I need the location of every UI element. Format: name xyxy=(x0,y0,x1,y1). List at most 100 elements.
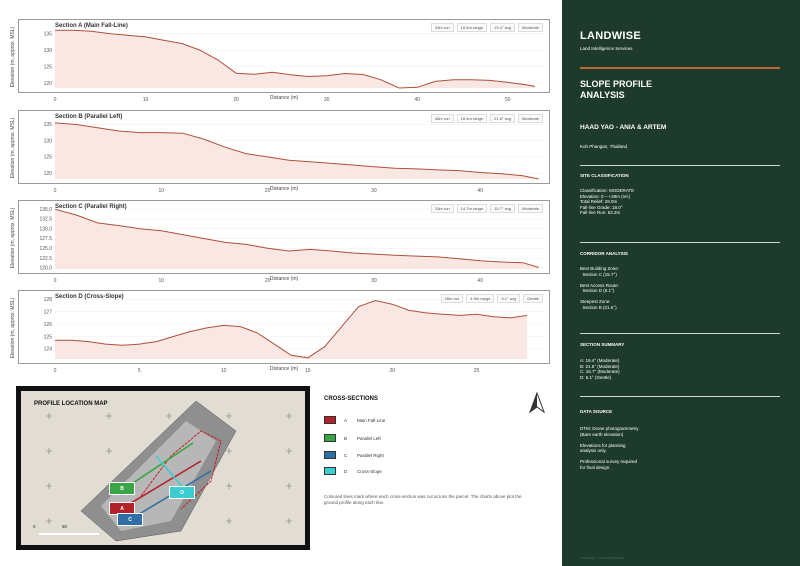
sidebar-footer: Landwise · Land Intelligence xyxy=(580,556,625,560)
legend-item-d: D Cross-Slope xyxy=(324,467,382,475)
chart-badges-c: 33m run 14.7m range 15.7° avg Moderate xyxy=(430,204,543,213)
badge-class: Moderate xyxy=(518,204,543,213)
accent-divider xyxy=(580,67,780,69)
map-title: PROFILE LOCATION MAP xyxy=(34,401,108,407)
corridor-analysis-body: Best Building Zone: Section C (15.7°) Be… xyxy=(580,266,620,310)
badge-class: Moderate xyxy=(518,114,543,123)
corridor-analysis-heading: CORRIDOR ANALYSIS xyxy=(580,251,628,256)
y-axis-label-c: Elevation (m, approx. MSL) xyxy=(10,207,16,269)
badge-grade: 6.1° avg xyxy=(497,294,521,303)
report-title-line-1: SLOPE PROFILE xyxy=(580,79,653,89)
report-sidebar: LANDWISE Land Intelligence Services SLOP… xyxy=(562,0,800,566)
map-label-d: D xyxy=(169,486,195,499)
badge-grade: 21.6° avg xyxy=(490,114,516,123)
x-axis-label-a: Distance (m) xyxy=(269,95,299,101)
y-tick-label: 135.0 xyxy=(39,207,52,213)
y-tick-label: 126 xyxy=(44,322,53,328)
y-tick-label: 128 xyxy=(44,297,53,303)
y-tick-label: 125 xyxy=(44,155,53,161)
y-tick-label: 120.0 xyxy=(39,266,52,272)
chart-badges-a: 33m run 18.5m range 19.4° avg Moderate xyxy=(430,23,543,32)
x-axis-label-d: Distance (m) xyxy=(269,366,299,372)
y-axis-label-d: Elevation (m, approx. MSL) xyxy=(10,297,16,359)
x-axis-label-b: Distance (m) xyxy=(269,186,299,192)
legend-swatch-b xyxy=(324,434,336,442)
y-tick-label: 130 xyxy=(44,48,53,54)
badge-class: Moderate xyxy=(518,23,543,32)
y-tick-label: 130.0 xyxy=(39,226,52,232)
site-classification-body: Classification: MODERATE Elevation: 0 – … xyxy=(580,188,635,215)
report-title: SLOPE PROFILE ANALYSIS xyxy=(580,79,780,101)
legend-swatch-a xyxy=(324,416,336,424)
badge-range: 18.5m range xyxy=(456,23,488,32)
badge-run: 46m run xyxy=(430,114,454,123)
badge-range: 14.7m range xyxy=(456,204,488,213)
y-axis-label-a: Elevation (m, approx. MSL) xyxy=(10,26,16,88)
y-tick-label: 125 xyxy=(44,64,53,70)
divider xyxy=(580,165,780,166)
legend-letter: D xyxy=(344,468,348,474)
y-tick-label: 127 xyxy=(44,309,53,315)
chart-section-b: 120 125 130 135 0 10 20 30 40 Section B (Paralle… xyxy=(10,110,550,194)
y-tick-label: 120 xyxy=(44,171,53,177)
profile-area xyxy=(55,300,528,359)
y-tick-label: 122.5 xyxy=(39,256,52,262)
y-tick-label: 127.5 xyxy=(39,236,52,242)
report-title-line-2: ANALYSIS xyxy=(580,90,625,100)
legend-label: Main Fall-Line xyxy=(357,417,386,423)
brand-name: LANDWISE xyxy=(580,30,642,42)
y-tick-label: 132.5 xyxy=(39,217,52,223)
divider xyxy=(580,333,780,334)
badge-class: Gentle xyxy=(523,294,543,303)
profile-location-map: PROFILE LOCATION MAP B A C D 0 50 xyxy=(16,386,310,550)
badge-grade: 15.7° avg xyxy=(490,204,516,213)
legend-letter: A xyxy=(344,417,348,423)
chart-title-a: Section A (Main Fall-Line) xyxy=(55,23,128,29)
y-tick-label: 120 xyxy=(44,81,53,87)
legend-item-c: C Parallel Right xyxy=(324,451,384,459)
client-name: HAAD YAO - ANIA & ARTEM xyxy=(580,124,667,131)
site-location: Koh Phangan, Thailand xyxy=(580,144,627,149)
map-canvas: PROFILE LOCATION MAP B A C D 0 50 xyxy=(21,391,305,545)
chart-title-b: Section B (Parallel Left) xyxy=(55,114,123,120)
chart-section-c: 120.0 122.5 125.0 127.5 130.0 132.5 135.0 0 10 20… xyxy=(10,200,550,284)
y-tick-label: 135 xyxy=(44,31,53,37)
legend-item-b: B Parallel Left xyxy=(324,434,381,442)
brand-tagline: Land Intelligence Services xyxy=(580,46,633,51)
badge-range: 18.4m range xyxy=(456,114,488,123)
map-label-c: C xyxy=(117,513,143,526)
y-tick-label: 124 xyxy=(44,347,53,353)
chart-section-d: 124 125 126 127 128 0 5 10 15 20 25 Section D (Cro… xyxy=(10,290,550,374)
data-source-heading: DATA SOURCE xyxy=(580,409,613,414)
legend-heading: CROSS-SECTIONS xyxy=(324,396,379,402)
legend-letter: B xyxy=(344,435,348,441)
site-classification-heading: SITE CLASSIFICATION xyxy=(580,173,629,178)
chart-badges-d: 28m run 4.9m range 6.1° avg Gentle xyxy=(440,294,543,303)
badge-range: 4.9m range xyxy=(466,294,495,303)
y-tick-label: 135 xyxy=(44,122,53,128)
y-tick-label: 125 xyxy=(44,334,53,340)
y-tick-label: 130 xyxy=(44,138,53,144)
chart-title-d: Section D (Cross-Slope) xyxy=(55,294,124,300)
scale-label-fifty: 50 xyxy=(62,524,68,529)
map-label-b: B xyxy=(109,482,135,495)
chart-title-c: Section C (Parallel Right) xyxy=(55,204,127,210)
legend-swatch-c xyxy=(324,451,336,459)
badge-run: 28m run xyxy=(440,294,464,303)
legend-swatch-d xyxy=(324,467,336,475)
chart-section-a: 120 125 130 135 0 10 20 30 40 50 Section A (Main … xyxy=(10,19,550,103)
north-arrow-icon xyxy=(528,392,546,414)
section-summary-body: A: 19.4° (Moderate) B: 21.6° (Moderate) … xyxy=(580,358,620,380)
scale-label-zero: 0 xyxy=(33,524,36,529)
legend-label: Cross-Slope xyxy=(357,468,382,474)
legend-note: Coloured lines mark where each cross-sec… xyxy=(324,494,522,505)
section-summary-heading: SECTION SUMMARY xyxy=(580,342,625,347)
chart-badges-b: 46m run 18.4m range 21.6° avg Moderate xyxy=(430,114,543,123)
legend-label: Parallel Right xyxy=(357,452,384,458)
legend-label: Parallel Left xyxy=(357,435,381,441)
badge-grade: 19.4° avg xyxy=(490,23,516,32)
divider xyxy=(580,396,780,397)
divider xyxy=(580,242,780,243)
badge-run: 33m run xyxy=(430,204,454,213)
legend-item-a: A Main Fall-Line xyxy=(324,416,385,424)
